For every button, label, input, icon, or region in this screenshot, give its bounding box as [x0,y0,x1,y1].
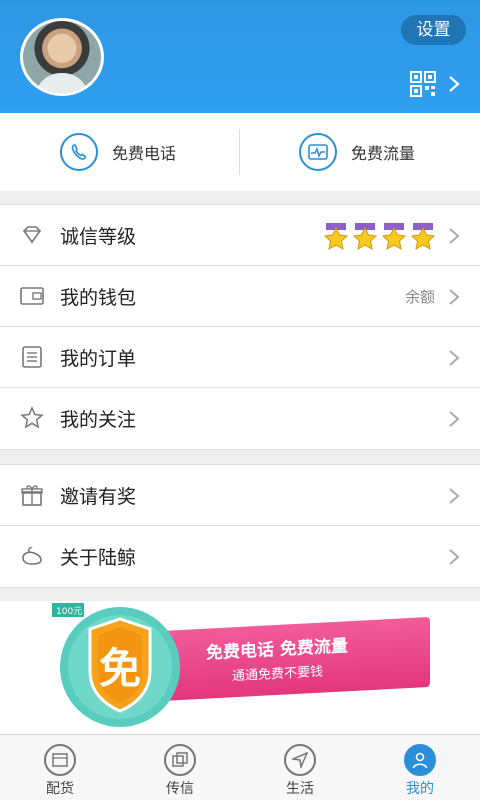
rating-star-icon [381,223,407,250]
bottom-tab-bar: 配货 传信 生活 我的 [0,734,480,800]
tab-mine-label: 我的 [406,781,434,797]
menu-item-invite[interactable]: 邀请有奖 [0,465,480,526]
qr-code-icon[interactable] [410,71,436,97]
menu-item-following[interactable]: 我的关注 [0,388,480,449]
chevron-right-icon[interactable] [447,75,461,93]
tab-message[interactable]: 传信 [120,735,240,800]
free-badge: 免 100元 [48,601,188,729]
about-label: 关于陆鲸 [60,547,137,569]
following-label: 我的关注 [60,409,137,431]
chevron-right-icon [449,289,460,305]
free-call-label: 免费电话 [112,144,177,163]
navigation-icon [284,744,316,776]
chevron-right-icon [449,488,460,504]
badge-char: 免 [98,644,141,693]
orders-label: 我的订单 [60,347,137,370]
free-call-button[interactable]: 免费电话 [60,113,176,191]
wallet-balance-hint: 余额 [404,287,435,306]
tab-cargo-label: 配货 [46,781,74,797]
phone-icon [60,133,98,171]
user-avatar[interactable] [20,18,104,96]
tab-cargo[interactable]: 配货 [0,735,120,800]
profile-header: 设置 [0,0,480,113]
credit-level-label: 诚信等级 [60,225,137,248]
data-traffic-icon [299,133,337,171]
tab-life-label: 生活 [286,781,314,797]
promo-ribbon: 免费电话 免费流量 通通免费不要钱 [160,616,430,702]
credit-rating-stars [322,222,437,252]
avatar-figure [35,73,89,93]
invite-label: 邀请有奖 [60,485,137,508]
menu-item-about[interactable]: 关于陆鲸 [0,526,480,587]
menu-item-wallet[interactable]: 我的钱包 余额 [0,266,480,327]
menu-item-orders[interactable]: 我的订单 [0,327,480,388]
tab-life[interactable]: 生活 [240,735,360,800]
whale-icon [22,547,42,565]
chevron-right-icon [449,350,460,366]
badge-corner-tag: 100元 [56,607,83,617]
rating-star-icon [323,223,349,250]
chevron-right-icon [449,228,460,244]
settings-button[interactable]: 设置 [401,15,466,45]
gift-icon [21,485,43,506]
rating-star-icon [352,223,378,250]
wallet-label: 我的钱包 [60,286,137,309]
promo-headline: 免费电话 免费流量 [206,636,348,664]
cargo-icon [44,744,76,776]
free-data-label: 免费流量 [351,144,416,163]
tab-message-label: 传信 [166,781,194,797]
quick-actions-divider [239,129,240,175]
chevron-right-icon [449,549,460,565]
menu-group-more: 邀请有奖 关于陆鲸 [0,464,480,588]
rating-star-icon [410,223,436,250]
quick-actions-bar: 免费电话 免费流量 [0,113,480,191]
free-data-button[interactable]: 免费流量 [299,113,415,191]
promo-subline: 通通免费不要钱 [232,664,324,685]
chevron-right-icon [449,411,460,427]
person-icon [404,744,436,776]
tab-mine[interactable]: 我的 [360,735,480,800]
star-outline-icon [20,406,44,429]
diamond-icon [22,226,42,244]
order-list-icon [22,346,42,368]
promo-banner[interactable]: 免费电话 免费流量 通通免费不要钱 免 100元 [0,601,480,734]
message-icon [164,744,196,776]
wallet-icon [20,287,44,305]
